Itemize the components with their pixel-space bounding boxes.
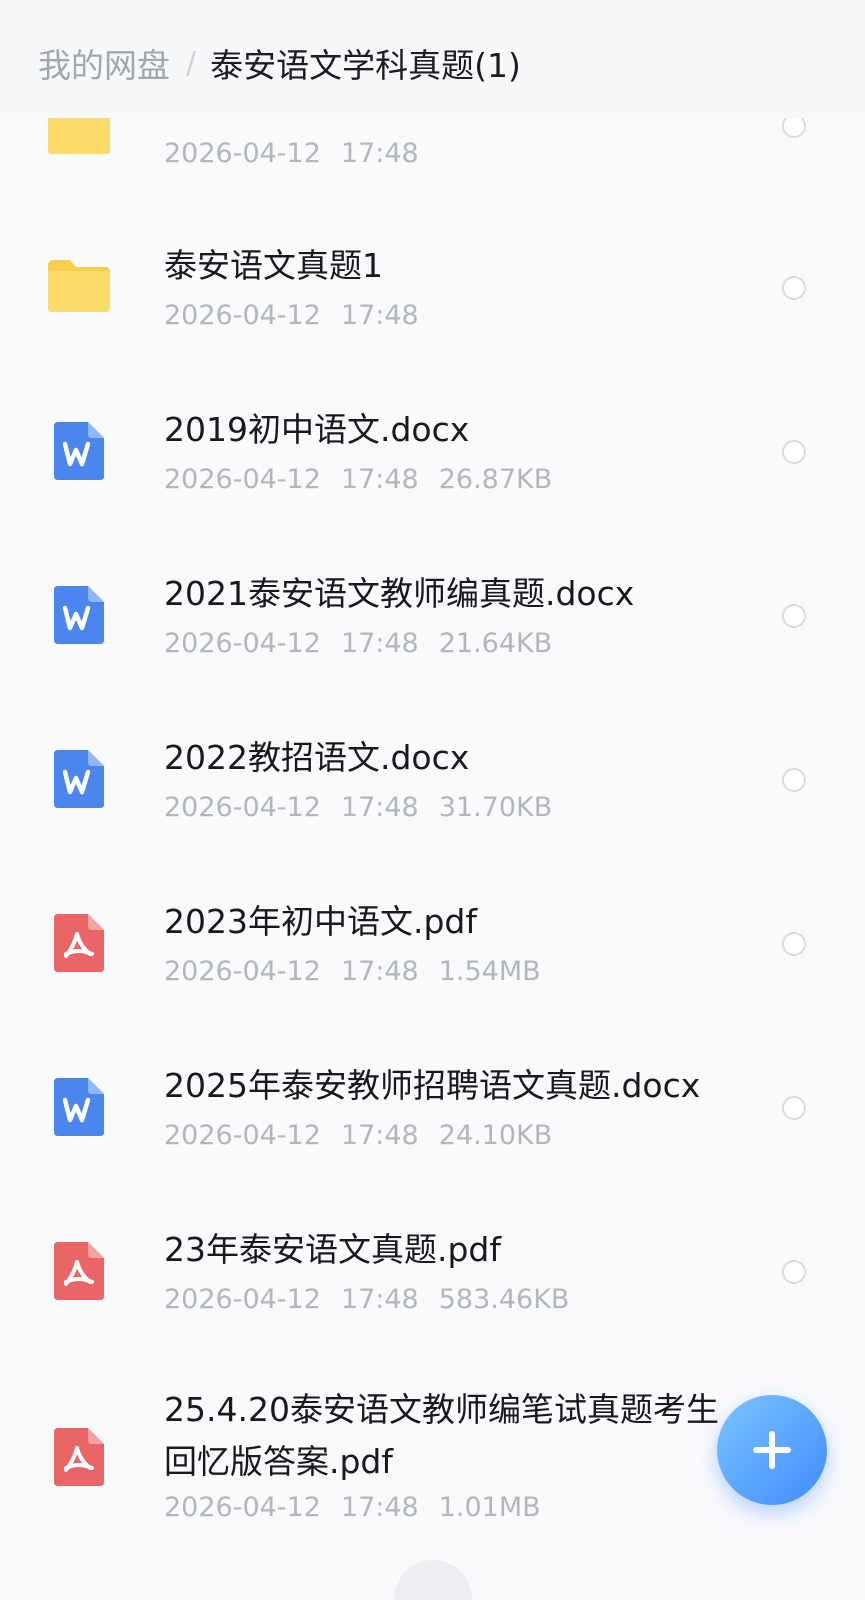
pdf-doc-icon xyxy=(54,1428,104,1486)
file-name: 2022教招语文.docx xyxy=(164,738,470,777)
word-doc-icon xyxy=(54,586,104,644)
list-item[interactable]: 2022教招语文.docx 2026-04-12 17:48 31.70KB xyxy=(0,720,865,840)
list-item[interactable]: 2019初中语文.docx 2026-04-12 17:48 26.87KB xyxy=(0,392,865,512)
header: 我的网盘 / 泰安语文学科真题(1) xyxy=(0,0,865,118)
add-button[interactable] xyxy=(717,1395,827,1505)
file-name: 2025年泰安教师招聘语文真题.docx xyxy=(164,1066,701,1105)
file-meta: 2026-04-12 17:48 xyxy=(164,300,419,331)
select-radio[interactable] xyxy=(782,1096,806,1120)
file-name: 23年泰安语文真题.pdf xyxy=(164,1230,501,1269)
pdf-doc-icon xyxy=(54,914,104,972)
word-doc-icon xyxy=(54,1078,104,1136)
select-radio[interactable] xyxy=(782,768,806,792)
list-item[interactable]: 2025年泰安教师招聘语文真题.docx 2026-04-12 17:48 24.1… xyxy=(0,1048,865,1168)
breadcrumb-current: 泰安语文学科真题(1) xyxy=(210,46,521,85)
breadcrumb: 我的网盘 / 泰安语文学科真题(1) xyxy=(38,38,521,88)
folder-icon xyxy=(48,260,110,312)
file-name: 2019初中语文.docx xyxy=(164,410,470,449)
file-meta: 2026-04-12 17:48 26.87KB xyxy=(164,464,553,495)
file-name: 2021泰安语文教师编真题.docx xyxy=(164,574,635,613)
list-item[interactable]: 泰安语文真题1 2026-04-12 17:48 xyxy=(0,228,865,348)
list-item[interactable]: 2023年初中语文.pdf 2026-04-12 17:48 1.54MB xyxy=(0,884,865,1004)
word-doc-icon xyxy=(54,750,104,808)
select-radio[interactable] xyxy=(782,604,806,628)
file-meta: 2026-04-12 17:48 31.70KB xyxy=(164,792,553,823)
file-meta: 2026-04-12 17:48 24.10KB xyxy=(164,1120,553,1151)
file-meta: 2026-04-12 17:48 1.01MB xyxy=(164,1492,541,1523)
select-radio[interactable] xyxy=(782,1260,806,1284)
file-name: 泰安语文真题1 xyxy=(164,246,383,285)
file-meta: 2026-04-12 17:48 583.46KB xyxy=(164,1284,570,1315)
select-radio[interactable] xyxy=(782,932,806,956)
select-radio[interactable] xyxy=(782,440,806,464)
file-meta: 2026-04-12 17:48 xyxy=(164,138,419,169)
word-doc-icon xyxy=(54,422,104,480)
file-list: 2026-04-12 17:48 泰安语文真题1 2026-04-12 17:48 … xyxy=(0,0,865,1588)
list-item[interactable]: 23年泰安语文真题.pdf 2026-04-12 17:48 583.46KB xyxy=(0,1212,865,1332)
file-meta: 2026-04-12 17:48 21.64KB xyxy=(164,628,553,659)
pdf-doc-icon xyxy=(54,1242,104,1300)
select-radio[interactable] xyxy=(782,276,806,300)
file-name: 2023年初中语文.pdf xyxy=(164,902,477,941)
breadcrumb-root-link[interactable]: 我的网盘 xyxy=(38,39,170,87)
file-meta: 2026-04-12 17:48 1.54MB xyxy=(164,956,541,987)
breadcrumb-separator: / xyxy=(186,45,197,81)
file-name: 25.4.20泰安语文教师编笔试真题考生回忆版答案.pdf xyxy=(164,1390,719,1481)
list-item[interactable]: 2021泰安语文教师编真题.docx 2026-04-12 17:48 21.64K… xyxy=(0,556,865,676)
